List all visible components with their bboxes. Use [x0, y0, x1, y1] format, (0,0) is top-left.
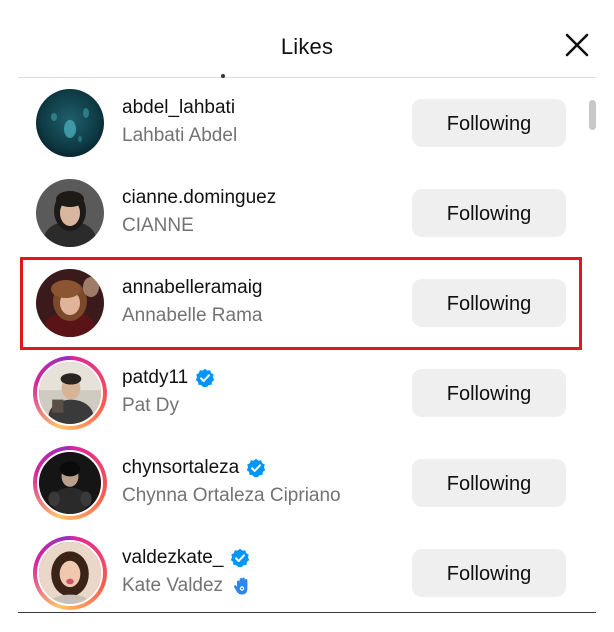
verified-badge-icon	[230, 548, 250, 568]
full-name: Pat Dy	[122, 395, 180, 416]
following-button[interactable]: Following	[412, 369, 566, 417]
full-name: Lahbati Abdel	[122, 125, 238, 146]
list-item: annabelleramaig Annabelle Rama Following	[18, 258, 596, 348]
full-name: Kate Valdez	[122, 575, 224, 596]
list-item: valdezkate_ Kate Valdez Following	[18, 528, 596, 612]
likes-modal: Likes abdel_lahbati Lahbati Abdel Follow…	[0, 0, 614, 632]
avatar[interactable]	[33, 356, 107, 430]
username[interactable]: chynsortaleza	[122, 457, 239, 479]
bottom-divider	[18, 612, 596, 613]
following-button[interactable]: Following	[412, 99, 566, 147]
username-line: cianne.dominguez	[122, 185, 402, 211]
avatar[interactable]	[36, 269, 104, 337]
avatar-image	[37, 540, 103, 606]
following-button[interactable]: Following	[412, 189, 566, 237]
list-item: patdy11 Pat Dy Following	[18, 348, 596, 438]
verified-badge-icon	[246, 458, 266, 478]
modal-header: Likes	[0, 0, 614, 78]
fullname-line: Kate Valdez	[122, 574, 402, 598]
avatar-image	[37, 360, 103, 426]
username-line: abdel_lahbati	[122, 95, 402, 121]
username-line: annabelleramaig	[122, 275, 402, 301]
list-item: chynsortaleza Chynna Ortaleza Cipriano F…	[18, 438, 596, 528]
fullname-line: Chynna Ortaleza Cipriano	[122, 484, 402, 508]
username-line: valdezkate_	[122, 545, 402, 571]
verified-badge-icon	[195, 368, 215, 388]
username[interactable]: abdel_lahbati	[122, 97, 235, 119]
fullname-line: CIANNE	[122, 214, 402, 238]
avatar[interactable]	[36, 89, 104, 157]
user-names: chynsortaleza Chynna Ortaleza Cipriano	[122, 455, 402, 508]
username[interactable]: patdy11	[122, 367, 188, 389]
username-line: chynsortaleza	[122, 455, 402, 481]
user-names: cianne.dominguez CIANNE	[122, 185, 402, 238]
user-names: patdy11 Pat Dy	[122, 365, 402, 418]
user-names: annabelleramaig Annabelle Rama	[122, 275, 402, 328]
waving-hand-icon	[231, 575, 253, 597]
list-item: abdel_lahbati Lahbati Abdel Following	[18, 78, 596, 168]
user-names: abdel_lahbati Lahbati Abdel	[122, 95, 402, 148]
following-button[interactable]: Following	[412, 279, 566, 327]
full-name: Chynna Ortaleza Cipriano	[122, 485, 341, 506]
username[interactable]: annabelleramaig	[122, 277, 263, 299]
following-button[interactable]: Following	[412, 549, 566, 597]
avatar[interactable]	[33, 536, 107, 610]
username-line: patdy11	[122, 365, 402, 391]
modal-title: Likes	[280, 34, 334, 59]
user-names: valdezkate_ Kate Valdez	[122, 545, 402, 598]
avatar-image	[36, 89, 104, 157]
full-name: CIANNE	[122, 215, 194, 236]
avatar-image	[36, 269, 104, 337]
avatar[interactable]	[36, 179, 104, 247]
avatar-image	[36, 179, 104, 247]
list-item: cianne.dominguez CIANNE Following	[18, 168, 596, 258]
full-name: Annabelle Rama	[122, 305, 263, 326]
close-icon[interactable]	[560, 28, 594, 62]
avatar[interactable]	[33, 446, 107, 520]
username[interactable]: cianne.dominguez	[122, 187, 276, 209]
fullname-line: Lahbati Abdel	[122, 124, 402, 148]
fullname-line: Annabelle Rama	[122, 304, 402, 328]
username[interactable]: valdezkate_	[122, 547, 223, 569]
following-button[interactable]: Following	[412, 459, 566, 507]
scrollbar-thumb[interactable]	[589, 100, 596, 130]
likes-list[interactable]: abdel_lahbati Lahbati Abdel Following ci…	[18, 78, 596, 612]
avatar-image	[37, 450, 103, 516]
fullname-line: Pat Dy	[122, 394, 402, 418]
